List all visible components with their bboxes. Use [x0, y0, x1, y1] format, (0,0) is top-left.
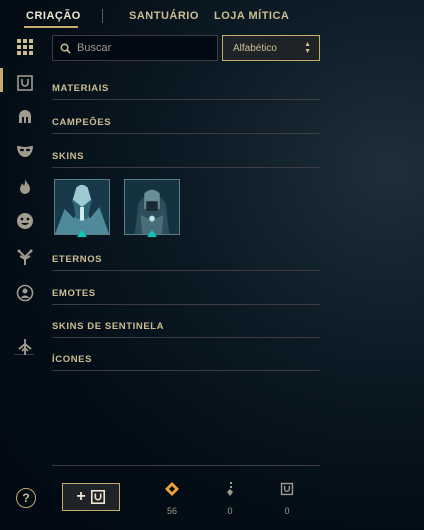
mask-icon[interactable] — [14, 140, 36, 162]
help-button[interactable]: ? — [16, 488, 36, 508]
skin-tile[interactable] — [124, 179, 180, 235]
search-icon — [60, 43, 71, 54]
skin-rarity-marker — [147, 230, 157, 237]
chest-counter: 0 — [272, 482, 302, 516]
chest-icon — [280, 482, 294, 496]
skin-portrait-icon — [125, 180, 179, 234]
grid-icon[interactable] — [14, 36, 36, 58]
helmet-icon[interactable] — [14, 106, 36, 128]
plus-label: + — [76, 488, 86, 505]
skin-rarity-marker — [77, 230, 87, 237]
section-materials[interactable]: MATERIAIS — [52, 83, 109, 94]
tab-sanctuary[interactable]: SANTUÁRIO — [129, 10, 199, 22]
section-divider — [52, 270, 320, 271]
flame-icon[interactable] — [14, 176, 36, 198]
orange-essence-icon — [165, 482, 179, 496]
section-divider — [52, 99, 320, 100]
section-skins[interactable]: SKINS — [52, 151, 84, 162]
tab-mythic-shop[interactable]: LOJA MÍTICA — [214, 10, 289, 22]
section-champions[interactable]: CAMPEÕES — [52, 117, 111, 128]
chest-icon — [90, 489, 105, 505]
section-eternals[interactable]: ETERNOS — [52, 254, 102, 265]
key-count: 0 — [227, 506, 233, 516]
nav-divider — [102, 9, 103, 23]
section-divider — [52, 167, 320, 168]
section-divider — [52, 133, 320, 134]
orange-essence-count: 56 — [166, 506, 177, 516]
search-input[interactable] — [77, 42, 217, 54]
category-sidebar — [0, 32, 44, 432]
tab-crafting[interactable]: CRIAÇÃO — [26, 10, 81, 22]
section-divider — [52, 370, 320, 371]
tree-icon[interactable] — [14, 246, 36, 268]
skin-tile[interactable] — [54, 179, 110, 235]
chevron-updown-icon: ▲ ▼ — [304, 41, 311, 55]
smiley-icon[interactable] — [14, 210, 36, 232]
emote-icon[interactable] — [14, 282, 36, 304]
key-icon — [227, 482, 233, 496]
section-icons[interactable]: ÍCONES — [52, 354, 92, 365]
skin-portrait-icon — [55, 180, 109, 234]
ward-icon[interactable] — [14, 336, 36, 358]
sidebar-active-indicator — [0, 68, 3, 92]
chest-icon[interactable] — [14, 72, 36, 94]
sort-label: Alfabético — [233, 42, 277, 54]
section-divider — [52, 304, 320, 305]
chest-count: 0 — [284, 506, 290, 516]
section-ward-skins[interactable]: SKINS DE SENTINELA — [52, 321, 164, 332]
crafting-panel: CRIAÇÃO SANTUÁRIO LOJA MÍTICA Buscar Alf… — [0, 0, 424, 530]
top-nav: CRIAÇÃO SANTUÁRIO LOJA MÍTICA — [0, 0, 424, 32]
active-tab-indicator — [24, 26, 78, 28]
key-counter: 0 — [215, 482, 245, 516]
craft-chest-button[interactable]: + — [62, 483, 120, 511]
section-divider — [52, 337, 320, 338]
orange-essence-counter: 56 — [157, 482, 187, 516]
section-emotes[interactable]: EMOTES — [52, 288, 96, 299]
search-box[interactable] — [52, 35, 218, 61]
sort-dropdown[interactable]: Alfabético ▲ ▼ — [222, 35, 320, 61]
bottom-divider — [52, 465, 320, 466]
